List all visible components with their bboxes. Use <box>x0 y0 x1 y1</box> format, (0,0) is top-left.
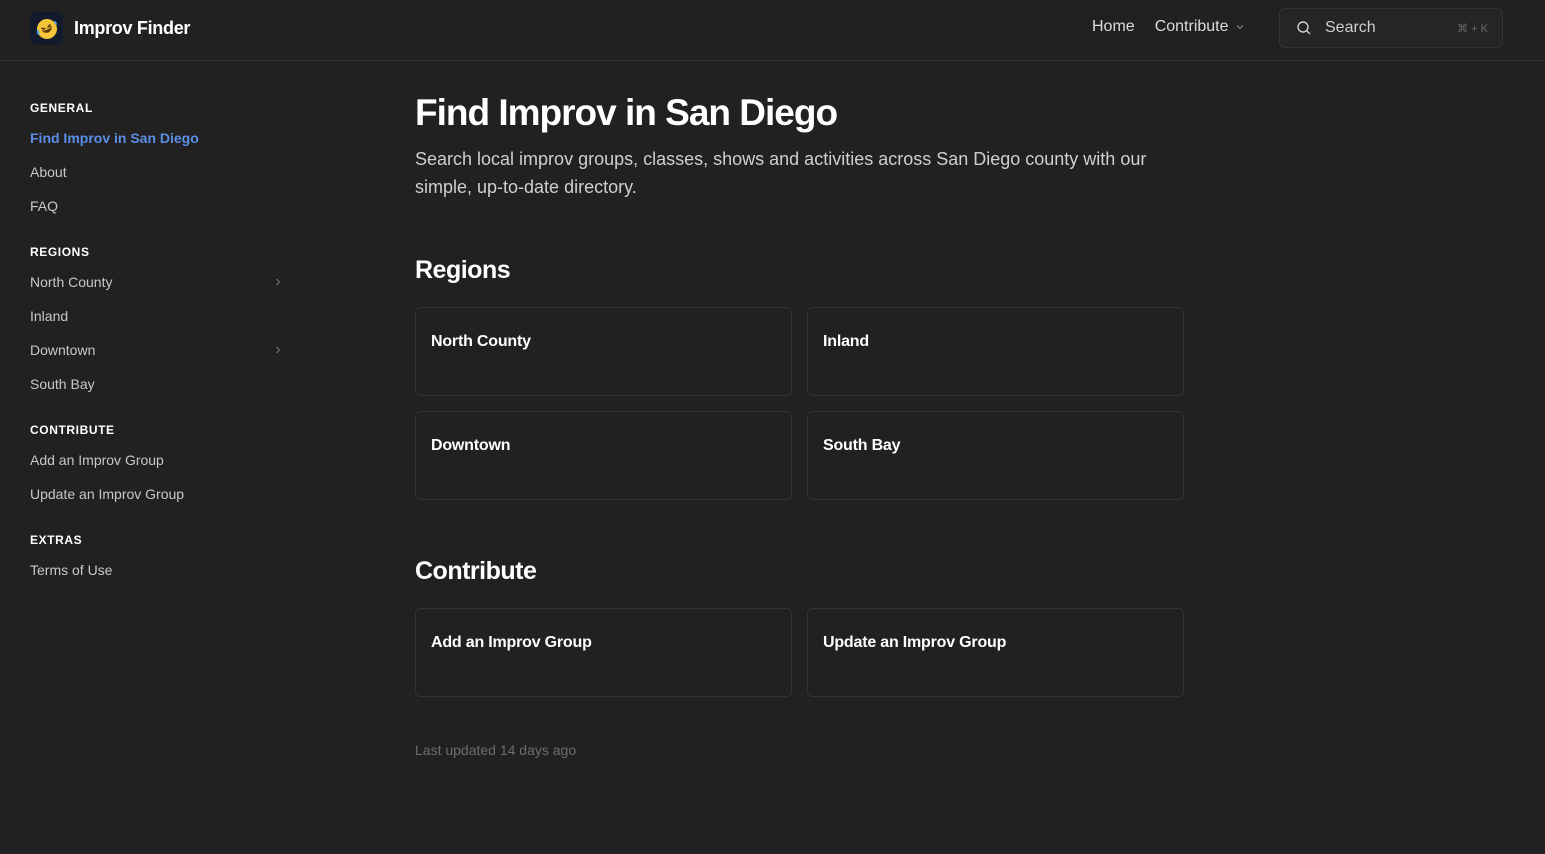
sidebar-section-regions: REGIONS North County Inland Downtown Sou… <box>30 244 290 402</box>
logo-icon <box>30 12 63 45</box>
page-description: Search local improv groups, classes, sho… <box>415 149 1147 197</box>
sidebar-item-inland[interactable]: Inland <box>30 300 286 334</box>
region-card-inland[interactable]: Inland <box>807 307 1184 396</box>
sidebar-section-general: GENERAL Find Improv in San Diego About F… <box>30 100 290 224</box>
search-icon <box>1297 21 1311 35</box>
page-title: Find Improv in San Diego <box>415 92 838 133</box>
top-navbar: Improv Finder Home Contribute Search ⌘ +… <box>0 0 1545 61</box>
chevron-down-icon <box>1236 25 1243 30</box>
sidebar-heading: CONTRIBUTE <box>30 423 115 437</box>
region-card-north-county[interactable]: North County <box>415 307 792 396</box>
card-title: Inland <box>823 333 869 350</box>
sidebar-item-about[interactable]: About <box>30 156 286 190</box>
last-updated-text: Last updated 14 days ago <box>415 742 577 758</box>
sidebar-item-terms[interactable]: Terms of Use <box>30 554 286 588</box>
sidebar-heading: REGIONS <box>30 245 90 259</box>
contribute-card-grid: Add an Improv Group Update an Improv Gro… <box>415 608 1185 697</box>
card-title: Downtown <box>431 437 511 454</box>
chevron-right-icon[interactable] <box>274 277 282 287</box>
sidebar-heading: GENERAL <box>30 101 93 115</box>
card-title: North County <box>431 333 531 350</box>
sidebar-item-label: Downtown <box>30 342 96 358</box>
card-title: Update an Improv Group <box>823 634 1007 651</box>
contribute-card-update-group[interactable]: Update an Improv Group <box>807 608 1184 697</box>
contribute-card-add-group[interactable]: Add an Improv Group <box>415 608 792 697</box>
nav-contribute-dropdown[interactable]: Contribute <box>1155 18 1245 36</box>
sidebar-item-south-bay[interactable]: South Bay <box>30 368 286 402</box>
search-button[interactable]: Search ⌘ + K <box>1279 8 1503 48</box>
brand-name: Improv Finder <box>74 18 191 38</box>
top-nav: Home Contribute <box>1092 18 1245 36</box>
sidebar-item-update-group[interactable]: Update an Improv Group <box>30 478 286 512</box>
main-content: Find Improv in San Diego Search local im… <box>415 90 1185 758</box>
sidebar-heading: EXTRAS <box>30 533 83 547</box>
sidebar-item-downtown[interactable]: Downtown <box>30 334 286 368</box>
contribute-heading: Contribute <box>415 557 537 585</box>
nav-home-link[interactable]: Home <box>1092 18 1135 36</box>
region-card-downtown[interactable]: Downtown <box>415 411 792 500</box>
sidebar-section-extras: EXTRAS Terms of Use <box>30 532 290 588</box>
sidebar-item-find-improv[interactable]: Find Improv in San Diego <box>30 122 286 156</box>
sidebar-item-add-group[interactable]: Add an Improv Group <box>30 444 286 478</box>
sidebar: GENERAL Find Improv in San Diego About F… <box>30 100 290 608</box>
brand-link[interactable]: Improv Finder <box>30 12 190 45</box>
chevron-right-icon[interactable] <box>274 345 282 355</box>
card-title: Add an Improv Group <box>431 634 592 651</box>
search-placeholder: Search <box>1325 19 1376 36</box>
nav-contribute-label: Contribute <box>1154 18 1229 35</box>
sidebar-item-faq[interactable]: FAQ <box>30 190 286 224</box>
sidebar-item-north-county[interactable]: North County <box>30 266 286 300</box>
search-shortcut-hint: ⌘ + K <box>1457 23 1488 35</box>
regions-heading: Regions <box>415 256 511 284</box>
card-title: South Bay <box>823 437 901 454</box>
sidebar-section-contribute: CONTRIBUTE Add an Improv Group Update an… <box>30 422 290 512</box>
regions-card-grid: North County Inland Downtown South Bay <box>415 307 1185 500</box>
sidebar-item-label: North County <box>30 274 113 290</box>
region-card-south-bay[interactable]: South Bay <box>807 411 1184 500</box>
